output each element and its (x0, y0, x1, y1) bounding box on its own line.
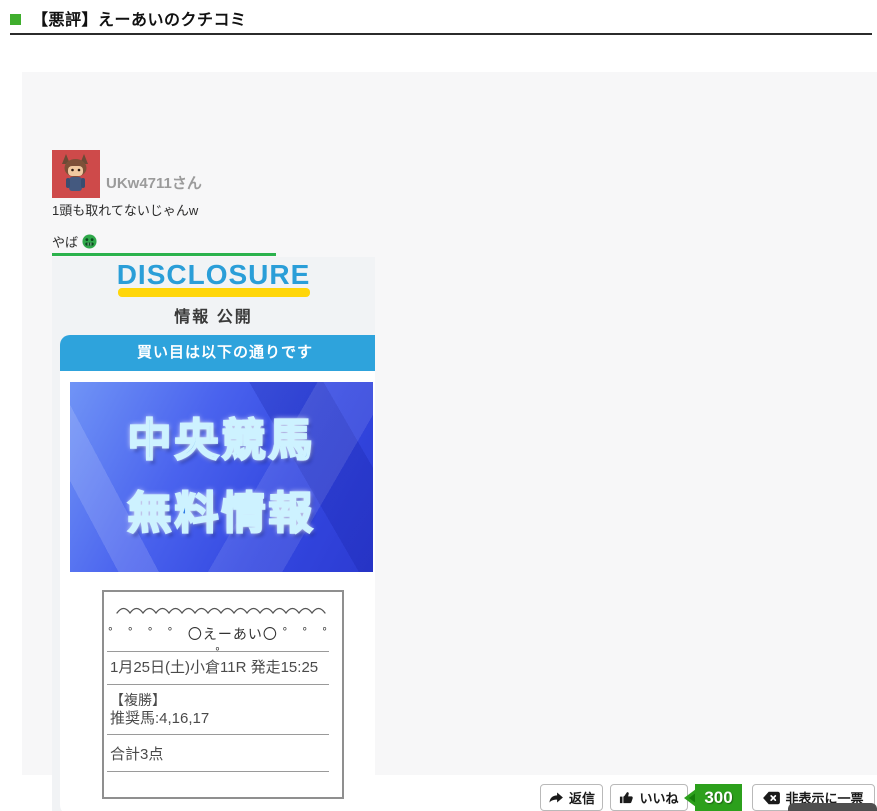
avatar-character-icon (52, 150, 100, 198)
bet-ticket: ゜ ゜ ゜ ゜ 〇えーあい〇 ゜ ゜ ゜ ゜ 1月25日(土)小倉11R 発走1… (102, 590, 344, 799)
green-square-bullet-icon (10, 14, 21, 25)
ticket-divider (107, 684, 329, 685)
ticket-total-points: 合計3点 (110, 743, 163, 764)
reply-button-label: 返信 (569, 788, 595, 807)
ticket-race-info: 1月25日(土)小倉11R 発走15:25 (110, 656, 318, 677)
graphic-text-line1: 中央競馬 (70, 404, 373, 477)
ticket-divider (107, 734, 329, 735)
ticket-divider (107, 651, 329, 652)
ticket-scallop-border (116, 604, 328, 615)
user-avatar (52, 150, 100, 198)
comment-text-line2-text: やば (52, 232, 78, 251)
like-button-label: いいね (639, 788, 678, 807)
disclosure-title: DISCLOSURE (52, 259, 375, 291)
like-button[interactable]: いいね (610, 784, 688, 811)
keiba-free-info-graphic: 中央競馬 無料情報 (70, 382, 373, 572)
header-divider (10, 33, 872, 35)
attached-promo-image[interactable]: DISCLOSURE 情報 公開 買い目は以下の通りです 中央競馬 無料情報 (52, 257, 375, 811)
graphic-text-line2: 無料情報 (70, 477, 373, 550)
reply-arrow-icon (548, 791, 564, 804)
block-tag-icon (763, 791, 780, 805)
buy-list-banner: 買い目は以下の通りです (60, 335, 375, 371)
review-comment-panel: UKw4711さん 1頭も取れてないじゃんw やば DISCLOSURE 情報 … (22, 72, 877, 775)
ticket-recommended-horses: 推奨馬:4,16,17 (110, 707, 209, 728)
page-title: 【悪評】えーあいのクチコミ (32, 6, 247, 30)
green-underline-divider (52, 253, 276, 256)
reply-button[interactable]: 返信 (540, 784, 603, 811)
ticket-divider (107, 771, 329, 772)
nauseated-face-emoji-icon (82, 234, 97, 249)
tooltip-fragment (788, 803, 877, 811)
comment-username: UKw4711さん (106, 172, 202, 193)
like-count-badge: 300 (695, 784, 742, 811)
review-page: 【悪評】えーあいのクチコミ UKw4711さん 1頭も取れてないじゃんw やば (0, 0, 877, 811)
buy-list-card-body: 中央競馬 無料情報 ゜ ゜ ゜ ゜ 〇えーあい〇 ゜ ゜ ゜ ゜ 1月25日(土… (60, 371, 375, 811)
comment-text-line2: やば (52, 232, 97, 251)
comment-text-line1: 1頭も取れてないじゃんw (52, 200, 198, 219)
thumbs-up-icon (619, 790, 634, 805)
buy-list-card: 買い目は以下の通りです 中央競馬 無料情報 ゜ ゜ ゜ ゜ 〇えーあい〇 ゜ ゜… (60, 335, 375, 811)
disclosure-subtitle: 情報 公開 (52, 303, 375, 327)
